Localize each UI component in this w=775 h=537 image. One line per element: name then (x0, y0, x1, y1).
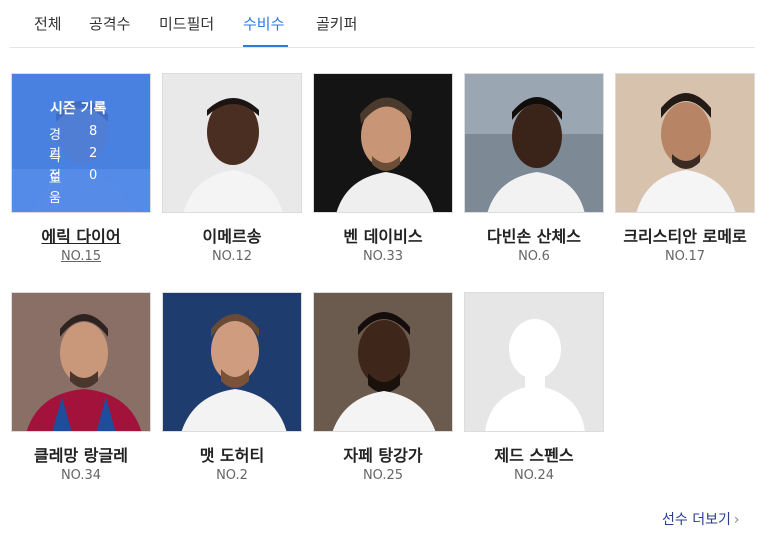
player-photo[interactable] (615, 73, 755, 213)
chevron-right-icon: › (733, 512, 740, 528)
tab-forwards[interactable]: 공격수 (89, 13, 130, 34)
player-number[interactable]: NO.24 (464, 468, 604, 483)
player-name[interactable]: 맷 도허티 (156, 442, 308, 466)
season-stats-title: 시즌 기록 (50, 101, 107, 117)
stat-value: 8 (89, 124, 98, 139)
tab-defenders[interactable]: 수비수 (243, 13, 284, 34)
season-stats-overlay: 시즌 기록 경기 8 득점 2 도움 0 (12, 74, 150, 212)
player-number[interactable]: NO.17 (615, 249, 755, 264)
player-name[interactable]: 에릭 다이어 (5, 223, 157, 247)
player-name[interactable]: 벤 데이비스 (307, 223, 459, 247)
player-number[interactable]: NO.25 (313, 468, 453, 483)
player-photo[interactable] (162, 73, 302, 213)
player-name[interactable]: 클레망 랑글레 (5, 442, 157, 466)
active-tab-indicator (243, 45, 288, 47)
player-name[interactable]: 다빈손 산체스 (458, 223, 610, 247)
person-silhouette-icon (465, 293, 603, 431)
player-number[interactable]: NO.12 (162, 249, 302, 264)
player-number[interactable]: NO.15 (11, 249, 151, 264)
player-number[interactable]: NO.6 (464, 249, 604, 264)
more-players-link[interactable]: 선수 더보기 › (662, 509, 739, 529)
player-name[interactable]: 이메르송 (156, 223, 308, 247)
player-photo-placeholder[interactable] (464, 292, 604, 432)
player-name[interactable]: 제드 스펜스 (458, 442, 610, 466)
player-number[interactable]: NO.2 (162, 468, 302, 483)
more-players-label: 선수 더보기 (662, 512, 731, 528)
tab-goalkeepers[interactable]: 골키퍼 (316, 13, 357, 34)
tab-midfielders[interactable]: 미드필더 (159, 13, 214, 34)
player-name[interactable]: 자페 탕강가 (307, 442, 459, 466)
player-photo[interactable] (313, 73, 453, 213)
player-name[interactable]: 크리스티안 로메로 (609, 223, 761, 247)
player-photo[interactable] (313, 292, 453, 432)
position-tab-bar: 전체 공격수 미드필더 수비수 골키퍼 (10, 0, 755, 48)
player-photo[interactable] (11, 292, 151, 432)
stat-value: 0 (89, 168, 98, 183)
player-number[interactable]: NO.33 (313, 249, 453, 264)
player-number[interactable]: NO.34 (11, 468, 151, 483)
stat-value: 2 (89, 146, 98, 161)
player-photo[interactable]: 시즌 기록 경기 8 득점 2 도움 0 (11, 73, 151, 213)
tab-all[interactable]: 전체 (34, 13, 62, 34)
player-photo[interactable] (162, 292, 302, 432)
player-photo[interactable] (464, 73, 604, 213)
stat-label: 도움 (49, 172, 61, 206)
